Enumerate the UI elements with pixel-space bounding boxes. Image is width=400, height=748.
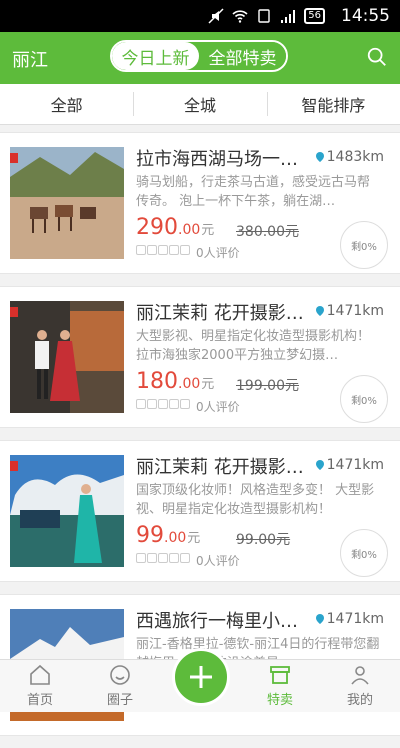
location-pin-icon [315,306,324,316]
item-description: 国家顶级化妆师！风格造型多变！ 大型影视、明星指定化妆造型摄影机构！ [136,483,375,517]
rating-stars [136,245,190,255]
item-thumbnail [10,147,124,259]
item-distance: 1471km [315,611,384,627]
filter-all[interactable]: 全部 [0,84,133,124]
item-price: 180.00 元 [136,369,215,394]
item-thumbnail [10,301,124,413]
plus-icon [190,666,212,688]
filter-sort[interactable]: 智能排序 [266,84,400,124]
segment-control: 今日上新 全部特卖 [110,40,288,72]
item-original-price: 380.00元 [236,224,299,240]
item-price: 290.00 元 [136,215,215,240]
item-thumbnail [10,455,124,567]
tab-circle[interactable]: 圈子 [80,660,160,712]
battery-icon: 56 [304,8,325,24]
item-title: 丽江茉莉 花开摄影… [136,457,304,478]
shop-icon [270,666,290,684]
mute-icon [208,8,224,24]
filter-bar: 全部 全城 智能排序 [0,84,400,125]
item-description: 骑马划船，行走茶马古道，感受远古马帮传奇。 泡上一杯下午茶，躺在湖… [136,175,371,209]
item-distance: 1471km [315,303,384,319]
item-distance: 1471km [315,457,384,473]
item-title: 西遇旅行一梅里小… [136,611,298,632]
tab-all-sale[interactable]: 全部特卖 [199,42,286,70]
item-description: 大型影视、明星指定化妆造型摄影机构！ 拉市海独家2000平方独立梦幻摄… [136,329,371,363]
status-icons: 56 [208,8,325,24]
item-title: 拉市海西湖马场一… [136,149,298,170]
flag-icon [10,153,18,163]
smile-icon [110,665,130,685]
item-title: 丽江茉莉 花开摄影… [136,303,304,324]
status-bar: 56 14:55 [0,0,400,32]
person-icon [351,666,369,685]
flag-icon [10,461,18,471]
rating-stars [136,553,190,563]
clock: 14:55 [341,6,390,26]
remaining-badge: 剩0% [340,221,388,269]
remaining-badge: 剩0% [340,529,388,577]
item-original-price: 99.00元 [236,532,291,548]
location-pin-icon [315,152,324,162]
signal-icon [281,10,296,23]
filter-city[interactable]: 全城 [133,84,266,124]
remaining-badge: 剩0% [340,375,388,423]
rating-stars [136,399,190,409]
location-pin-icon [315,460,324,470]
flag-icon [10,307,18,317]
tab-sale[interactable]: 特卖 [240,660,320,712]
add-button[interactable] [172,648,230,706]
sim-icon [258,9,270,23]
item-original-price: 199.00元 [236,378,299,394]
search-icon[interactable] [366,46,388,68]
tab-profile[interactable]: 我的 [320,660,400,712]
review-count: 0人评价 [196,246,240,260]
wifi-icon [232,10,248,23]
city-selector[interactable]: 丽江 [12,46,48,72]
location-pin-icon [315,614,324,624]
item-price: 99.00 元 [136,523,201,548]
home-icon [30,664,50,685]
review-count: 0人评价 [196,554,240,568]
tab-today-new[interactable]: 今日上新 [112,42,199,70]
review-count: 0人评价 [196,400,240,414]
item-distance: 1483km [315,149,384,165]
list-item[interactable]: 丽江茉莉 花开摄影… 1471km 大型影视、明星指定化妆造型摄影机构！ 拉市海… [0,286,400,428]
top-bar: 丽江 今日上新 全部特卖 [0,32,400,84]
list-item[interactable]: 丽江茉莉 花开摄影… 1471km 国家顶级化妆师！风格造型多变！ 大型影视、明… [0,440,400,582]
tab-home[interactable]: 首页 [0,660,80,712]
list-item[interactable]: 拉市海西湖马场一… 1483km 骑马划船，行走茶马古道，感受远古马帮传奇。 泡… [0,132,400,274]
